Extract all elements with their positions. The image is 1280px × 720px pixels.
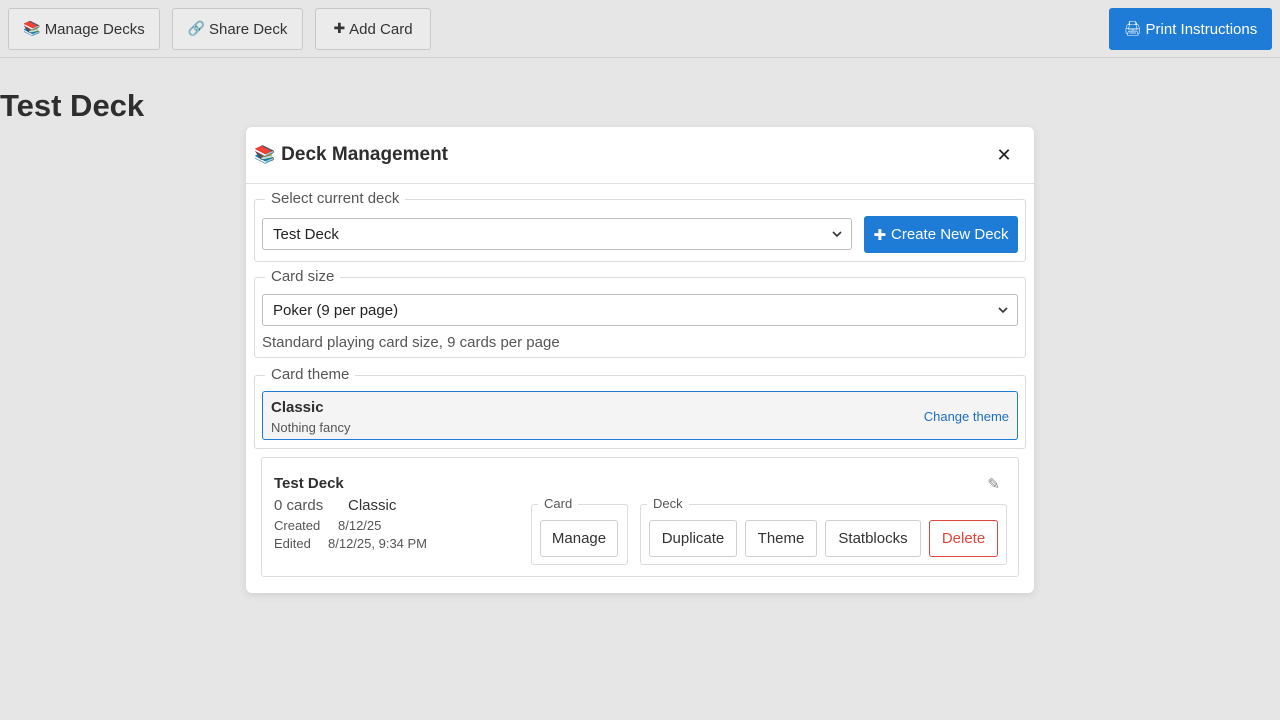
deck-actions-group: Deck Duplicate Theme Statblocks Delete — [640, 496, 1007, 565]
change-theme-link[interactable]: Change theme — [924, 409, 1009, 424]
plus-icon: ✚ — [333, 21, 346, 37]
printer-icon: 🖨 — [1123, 21, 1142, 37]
edited-label: Edited — [274, 536, 311, 551]
duplicate-deck-button[interactable]: Duplicate — [649, 520, 737, 557]
manage-cards-button[interactable]: Manage — [540, 520, 618, 557]
deck-management-modal: 📚 Deck Management ✕ Select current deck … — [246, 127, 1034, 593]
add-card-label: Add Card — [349, 20, 413, 38]
close-icon[interactable]: ✕ — [992, 143, 1016, 167]
card-theme-fieldset: Card theme Classic Nothing fancy Change … — [254, 366, 1026, 449]
theme-selector[interactable]: Classic Nothing fancy Change theme — [262, 391, 1018, 440]
select-deck-legend: Select current deck — [265, 190, 406, 207]
modal-title: 📚 Deck Management — [254, 144, 448, 166]
modal-header: 📚 Deck Management ✕ — [246, 127, 1034, 184]
card-theme-legend: Card theme — [265, 366, 356, 383]
books-icon: 📚 — [254, 145, 276, 165]
deck-name: Test Deck — [274, 475, 344, 492]
created-label: Created — [274, 518, 321, 533]
edit-pencil-icon[interactable]: ✎ — [987, 475, 1000, 493]
create-new-deck-label: Create New Deck — [891, 226, 1009, 243]
chevron-down-icon — [832, 231, 842, 238]
created-value: 8/12/25 — [338, 518, 382, 533]
plus-icon: ✚ — [873, 225, 887, 244]
page-title: Test Deck — [0, 88, 145, 123]
add-card-button[interactable]: ✚ Add Card — [315, 8, 431, 50]
deck-card: Test Deck 0 cards Classic Created 8/12/2… — [261, 457, 1019, 577]
link-icon: 🔗 — [187, 21, 206, 37]
card-actions-group: Card Manage — [531, 496, 628, 565]
deck-group-legend: Deck — [647, 496, 689, 511]
theme-description: Nothing fancy — [271, 420, 351, 435]
share-deck-label: Share Deck — [209, 20, 288, 38]
top-toolbar: 📚 Manage Decks 🔗 Share Deck ✚ Add Card 🖨… — [0, 0, 1280, 58]
modal-title-text: Deck Management — [281, 144, 449, 165]
deck-select[interactable]: Test Deck — [262, 218, 852, 250]
card-size-fieldset: Card size Poker (9 per page) Standard pl… — [254, 268, 1026, 358]
card-size-value: Poker (9 per page) — [273, 301, 399, 319]
manage-decks-label: Manage Decks — [44, 20, 145, 38]
delete-deck-button[interactable]: Delete — [929, 520, 998, 557]
deck-theme-name: Classic — [348, 497, 397, 514]
card-size-legend: Card size — [265, 268, 341, 285]
deck-card-count: 0 cards — [274, 497, 324, 514]
create-new-deck-button[interactable]: ✚ Create New Deck — [864, 216, 1018, 253]
edited-value: 8/12/25, 9:34 PM — [328, 536, 428, 551]
statblocks-button[interactable]: Statblocks — [825, 520, 921, 557]
manage-decks-button[interactable]: 📚 Manage Decks — [8, 8, 160, 50]
books-icon: 📚 — [23, 21, 41, 37]
share-deck-button[interactable]: 🔗 Share Deck — [172, 8, 303, 50]
print-instructions-button[interactable]: 🖨 Print Instructions — [1109, 8, 1272, 50]
print-instructions-label: Print Instructions — [1145, 20, 1258, 38]
card-group-legend: Card — [538, 496, 579, 511]
card-size-hint: Standard playing card size, 9 cards per … — [262, 334, 560, 351]
select-deck-fieldset: Select current deck Test Deck ✚ Create N… — [254, 190, 1026, 262]
deck-theme-button[interactable]: Theme — [745, 520, 817, 557]
card-size-select[interactable]: Poker (9 per page) — [262, 294, 1018, 326]
chevron-down-icon — [998, 307, 1008, 314]
theme-name: Classic — [271, 399, 324, 416]
deck-select-value: Test Deck — [273, 225, 339, 243]
